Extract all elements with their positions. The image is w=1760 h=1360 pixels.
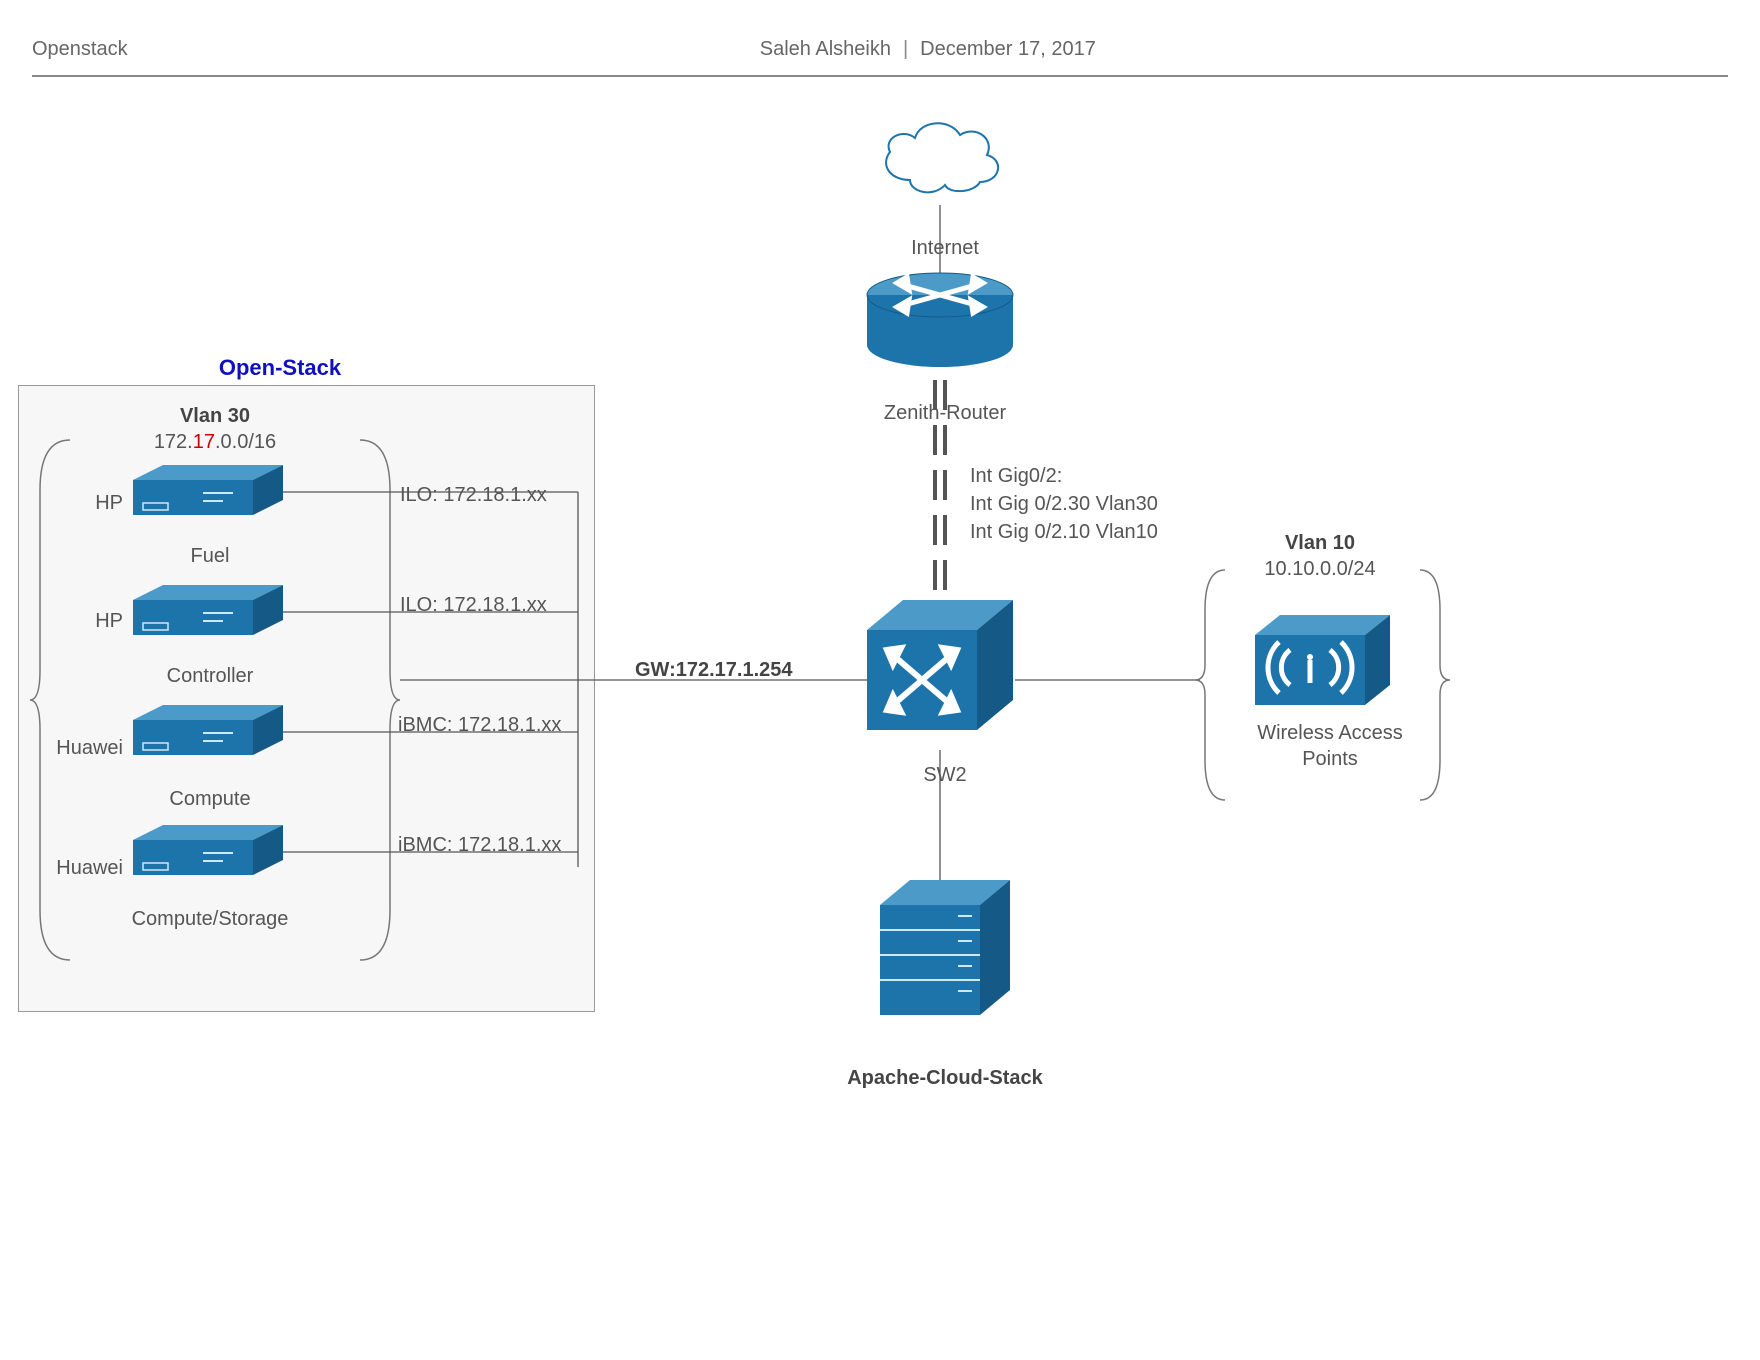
router-interfaces: Int Gig0/2: Int Gig 0/2.30 Vlan30 Int Gi… [970, 462, 1230, 546]
wlan-bracket-and-ap [1195, 560, 1455, 810]
header-title: Openstack [32, 38, 128, 61]
header-date: December 17, 2017 [920, 38, 1096, 61]
server-icons-layer [18, 385, 618, 1025]
apache-server-icon [880, 880, 1010, 1015]
wlan-vlan-label: Vlan 10 [1285, 532, 1355, 554]
server-name-1: Controller [130, 663, 290, 689]
server-vendor-2: Huawei [38, 735, 123, 761]
page-header: Openstack Saleh Alsheikh | December 17, … [32, 38, 1728, 77]
server-name-0: Fuel [130, 543, 290, 569]
server-mgmt-3: iBMC: 172.18.1.xx [398, 832, 598, 858]
server-mgmt-1: ILO: 172.18.1.xx [400, 592, 590, 618]
server-vendor-3: Huawei [38, 855, 123, 881]
cloud-icon [886, 123, 998, 192]
header-separator: | [891, 38, 920, 61]
header-author: Saleh Alsheikh [760, 38, 891, 61]
switch-label: SW2 [890, 762, 1000, 788]
server-mgmt-2: iBMC: 172.18.1.xx [398, 712, 598, 738]
router-icon [867, 273, 1013, 367]
apache-label: Apache-Cloud-Stack [810, 1065, 1080, 1091]
internet-label: Internet [870, 235, 1020, 261]
diagram-page: Openstack Saleh Alsheikh | December 17, … [0, 0, 1760, 1360]
wireless-ap-icon [1255, 615, 1390, 705]
router-label: Zenith-Router [860, 400, 1030, 426]
server-mgmt-0: ILO: 172.18.1.xx [400, 482, 590, 508]
gateway-label: GW:172.17.1.254 [635, 657, 835, 683]
server-vendor-0: HP [48, 490, 123, 516]
server-name-3: Compute/Storage [110, 906, 310, 932]
server-vendor-1: HP [48, 608, 123, 634]
server-name-2: Compute [130, 786, 290, 812]
wlan-ap-label: Wireless Access Points [1245, 720, 1415, 772]
switch-icon [867, 600, 1013, 730]
openstack-group-title: Open-Stack [180, 354, 380, 383]
